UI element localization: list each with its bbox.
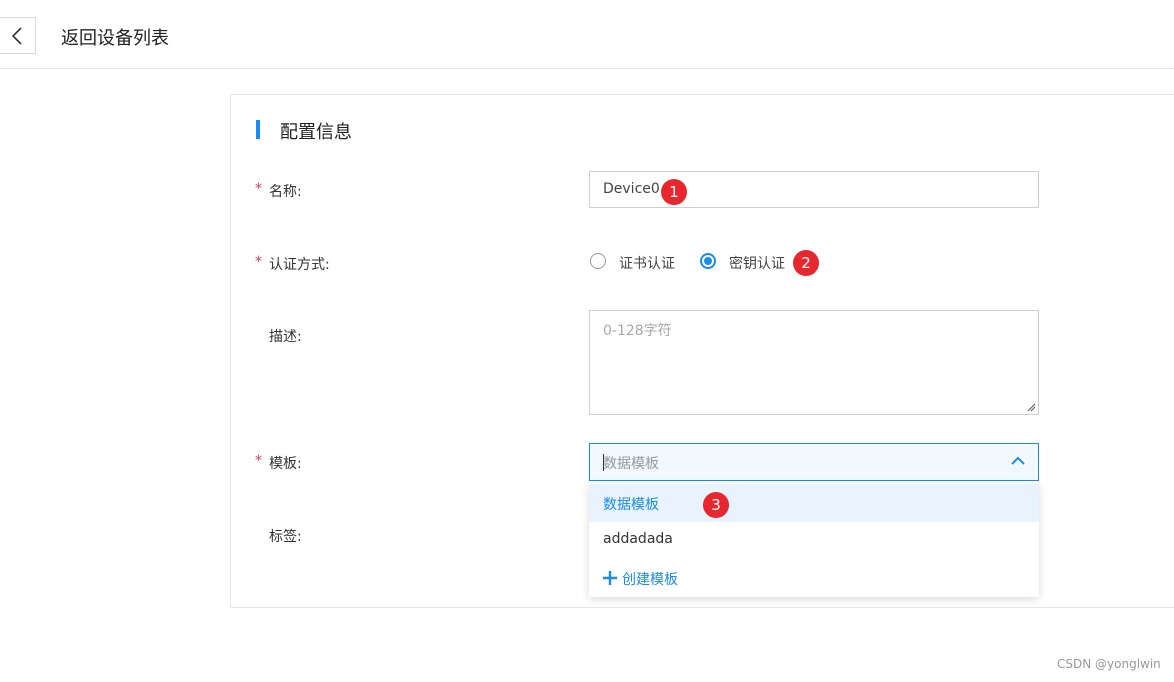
template-select-placeholder: 数据模板 (603, 456, 659, 472)
auth-method-label: 认证方式: (269, 257, 330, 273)
tags-label: 标签: (269, 529, 302, 545)
description-label: 描述: (269, 329, 302, 345)
annotation-badge-1: 1 (661, 179, 687, 205)
required-marker: * (255, 254, 262, 270)
annotation-badge-3: 3 (703, 492, 729, 518)
back-button[interactable] (0, 17, 36, 54)
resize-grip-icon[interactable] (1026, 402, 1036, 412)
template-select[interactable]: 数据模板 (589, 443, 1039, 481)
annotation-badge-2: 2 (793, 250, 819, 276)
template-option-label: addadada (603, 531, 673, 547)
create-template-option[interactable]: 创建模板 (589, 559, 1039, 597)
radio-cert-auth[interactable] (590, 253, 606, 269)
required-marker: * (255, 181, 262, 197)
create-template-label: 创建模板 (622, 572, 678, 588)
radio-key-auth[interactable] (700, 253, 716, 269)
section-title: 配置信息 (280, 122, 352, 143)
template-option[interactable]: 数据模板 (589, 484, 1039, 522)
section-accent-bar (256, 120, 260, 139)
name-input[interactable]: Device0 (589, 171, 1039, 208)
page-header: 返回设备列表 (0, 0, 1174, 69)
radio-cert-auth-label[interactable]: 证书认证 (619, 253, 675, 273)
required-marker: * (255, 453, 262, 469)
description-textarea[interactable]: 0-128字符 (589, 310, 1039, 415)
template-option-label: 数据模板 (603, 497, 659, 513)
template-label: 模板: (269, 456, 302, 472)
chevron-up-icon[interactable] (1011, 456, 1025, 466)
description-placeholder: 0-128字符 (603, 323, 672, 339)
name-input-value: Device0 (603, 181, 660, 197)
template-option[interactable]: addadada (589, 521, 1039, 559)
chevron-left-icon (11, 27, 22, 45)
name-label: 名称: (269, 184, 302, 200)
back-to-device-list-link[interactable]: 返回设备列表 (61, 24, 169, 50)
text-caret (603, 454, 604, 471)
watermark: CSDN @yonglwin (1057, 657, 1161, 671)
plus-icon (603, 571, 617, 585)
radio-key-auth-label[interactable]: 密钥认证 (729, 253, 785, 273)
template-dropdown: 数据模板 addadada 创建模板 (589, 484, 1039, 597)
